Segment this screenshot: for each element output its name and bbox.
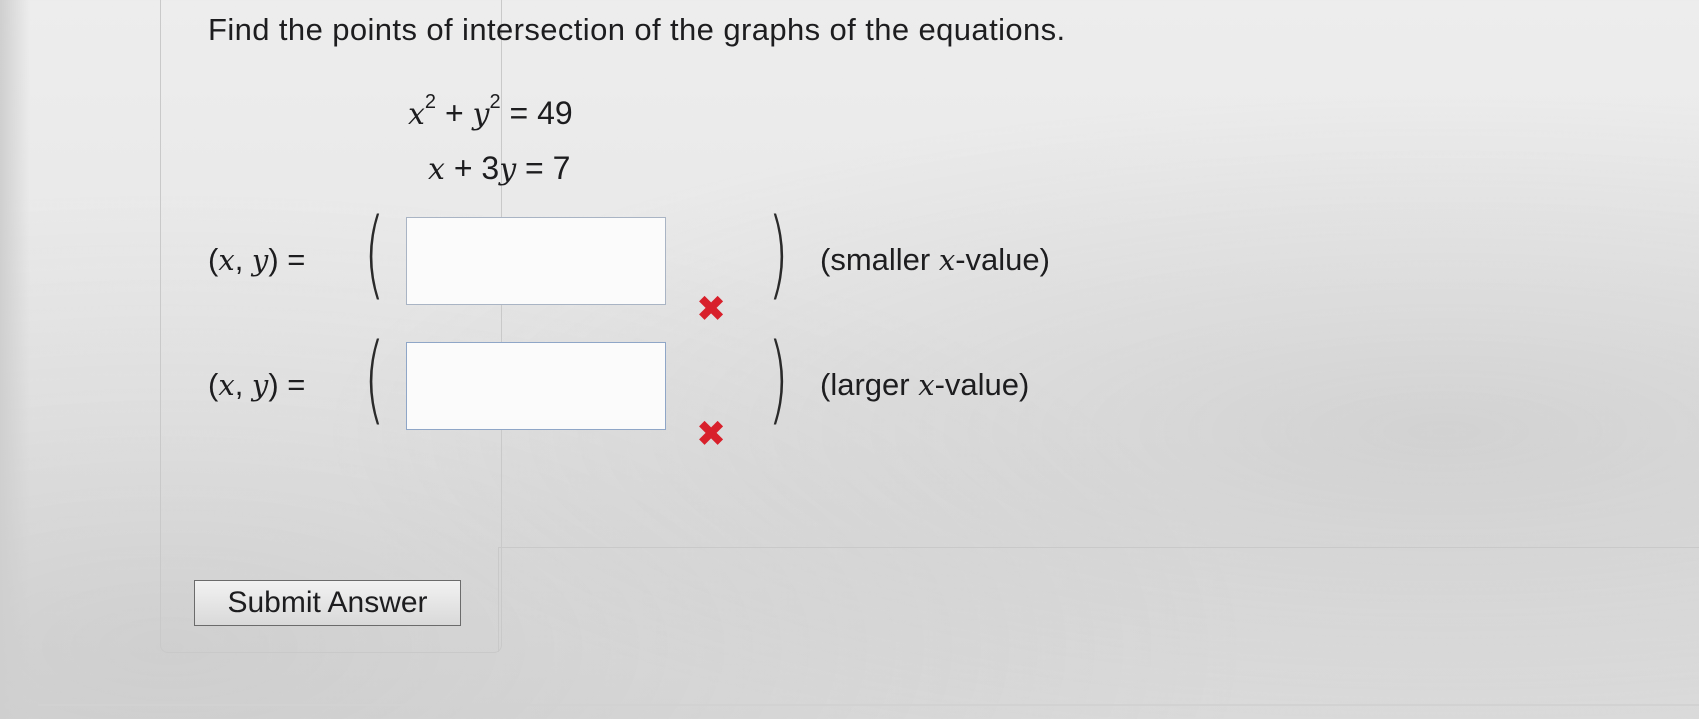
label-x: x xyxy=(218,368,235,402)
label-comma: , xyxy=(234,242,252,277)
eq1-y-exponent: 2 xyxy=(489,91,501,114)
label-y: y xyxy=(251,243,269,277)
eq2-mid: + 3 xyxy=(453,150,500,186)
answer-row-2-label: (x, y) = xyxy=(208,367,305,403)
hint-1-open: (smaller xyxy=(820,242,939,277)
label-open-paren: ( xyxy=(208,242,219,277)
hint-2-close: -value) xyxy=(934,367,1030,402)
label-open-paren: ( xyxy=(208,367,219,402)
incorrect-icon: ✖ xyxy=(696,414,727,455)
eq1-x: x xyxy=(408,97,425,132)
label-x: x xyxy=(218,243,235,277)
left-edge-shadow xyxy=(0,0,30,719)
label-y: y xyxy=(251,368,269,402)
question-text: Find the points of intersection of the g… xyxy=(208,12,1066,47)
row-2-close-paren: ) xyxy=(768,323,789,435)
eq1-y: y xyxy=(472,97,490,132)
page-bottom-divider xyxy=(38,704,1699,706)
label-close-equals: ) = xyxy=(268,367,306,402)
incorrect-icon: ✖ xyxy=(696,289,727,330)
answer-input-smaller-x[interactable] xyxy=(406,217,666,305)
answer-row-1-hint: (smaller x-value) xyxy=(820,242,1050,278)
eq2-x: x xyxy=(428,152,445,187)
eq1-rhs: = 49 xyxy=(509,95,573,131)
panel-divider-edge xyxy=(498,547,499,652)
answer-row-1-label: (x, y) = xyxy=(208,242,305,278)
row-1-close-paren: ) xyxy=(768,198,789,310)
eq2-rhs: = 7 xyxy=(525,150,571,186)
eq1-x-exponent: 2 xyxy=(424,91,437,114)
label-comma: , xyxy=(234,367,252,402)
eq2-y: y xyxy=(499,152,517,187)
row-1-open-paren: ( xyxy=(364,198,385,310)
equation-line: x + 3y = 7 xyxy=(428,150,570,187)
hint-1-close: -value) xyxy=(955,242,1050,277)
submit-answer-button[interactable]: Submit Answer xyxy=(194,580,461,626)
answer-row-2-hint: (larger x-value) xyxy=(820,367,1029,403)
answer-input-larger-x[interactable] xyxy=(406,342,666,430)
row-2-open-paren: ( xyxy=(364,323,385,435)
hint-1-var: x xyxy=(938,243,956,277)
hint-2-open: (larger xyxy=(820,367,919,402)
eq1-plus: + xyxy=(444,95,464,131)
hint-2-var: x xyxy=(918,368,935,402)
equation-circle: x2 + y2 = 49 xyxy=(408,91,573,132)
label-close-equals: ) = xyxy=(268,242,306,277)
panel-divider-line xyxy=(498,547,1699,548)
